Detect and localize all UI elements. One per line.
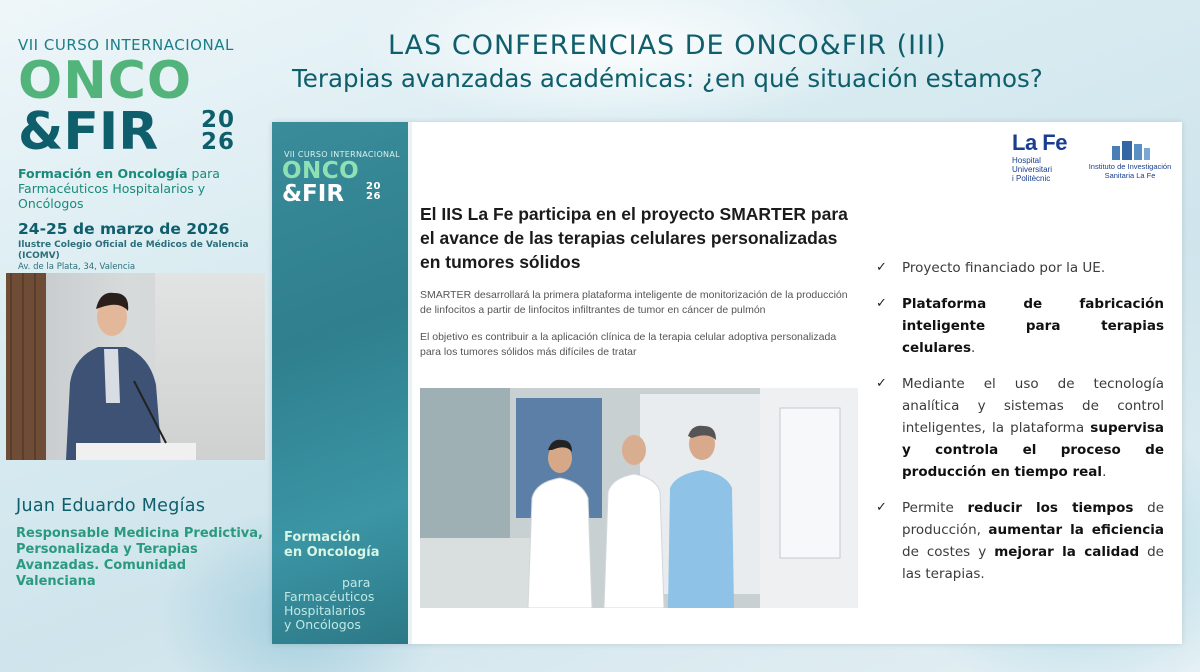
event-branding: VII CURSO INTERNACIONAL ONCO &FIR 20 26 … — [18, 36, 268, 272]
side-oncologia-line: en Oncología — [284, 545, 380, 560]
event-dates: 24-25 de marzo de 2026 — [18, 220, 230, 238]
bullet-text: . — [1102, 464, 1107, 480]
page-title: LAS CONFERENCIAS DE ONCO&FIR (III) — [388, 30, 947, 61]
lab-photo — [420, 388, 858, 608]
speaker-figure — [6, 273, 196, 460]
side-strip — [408, 122, 412, 644]
lab-scene — [420, 388, 858, 608]
lafe-logo-text: La Fe — [1012, 130, 1067, 155]
presentation-slide: VII CURSO INTERNACIONAL ONCO &FIR 20 26 … — [272, 122, 1182, 644]
year-top: 20 — [201, 107, 236, 133]
fir-logo-text: &FIR — [18, 102, 159, 162]
page-subtitle: Terapias avanzadas académicas: ¿en qué s… — [292, 64, 1043, 93]
institution-logos: La Fe Hospital Universitari i Politècnic… — [862, 122, 1182, 212]
side-formacion: Formación en Oncología — [284, 530, 379, 560]
bullet-text: aumentar la eficiencia — [988, 522, 1165, 538]
hospital-line-2: Universitari — [1012, 165, 1053, 174]
bullet-text: reducir los tiempos — [967, 500, 1134, 516]
slide-side-panel: VII CURSO INTERNACIONAL ONCO &FIR 20 26 … — [272, 122, 408, 644]
bullet-item: ✓ Permite reducir los tiempos de producci… — [872, 497, 1164, 585]
tagline-rest: para — [187, 166, 220, 181]
side-line1: Farmacéuticos — [284, 589, 375, 604]
event-address: Av. de la Plata, 34, Valencia — [18, 262, 136, 272]
tagline-bold: Formación en Oncología — [18, 166, 188, 181]
bullet-text: Permite — [902, 500, 968, 516]
building-icon — [1112, 141, 1150, 160]
side-year: 20 26 — [366, 182, 381, 202]
bullet-item: ✓ Mediante el uso de tecnología analítica… — [872, 373, 1164, 483]
bullet-text: mejorar la calidad — [994, 544, 1140, 560]
check-icon: ✓ — [876, 296, 887, 311]
iis-logo: Instituto de Investigación Sanitaria La … — [1086, 138, 1174, 180]
check-icon: ✓ — [876, 500, 887, 515]
tagline: Formación en Oncología para — [18, 166, 268, 181]
speaker-video — [6, 273, 265, 460]
iis-line-2: Sanitaria La Fe — [1104, 171, 1156, 180]
article-headline: El IIS La Fe participa en el proyecto SM… — [420, 204, 848, 272]
bullet-item: ✓ Plataforma de fabricación inteligente p… — [872, 293, 1164, 359]
bullet-item: ✓ Proyecto financiado por la UE. — [872, 257, 1164, 279]
speaker-role: Responsable Medicina Predictiva, Persona… — [16, 526, 263, 589]
check-icon: ✓ — [876, 260, 887, 275]
side-line3: y Oncólogos — [284, 617, 361, 632]
onco-logo-text: ONCO — [18, 51, 193, 111]
bullet-text: de costes y — [902, 544, 995, 560]
bullet-text: Proyecto financiado por la UE. — [902, 260, 1106, 276]
bullet-list: ✓ Proyecto financiado por la UE. ✓ Platafor… — [872, 257, 1164, 599]
lafe-logo: La Fe Hospital Universitari i Politècnic — [1012, 130, 1067, 183]
bullet-text: Plataforma de fabricación inteligente pa… — [902, 296, 1164, 356]
side-line2: Hospitalarios — [284, 603, 366, 618]
tagline-audience: Farmacéuticos Hospitalarios y Oncólogos — [18, 181, 206, 211]
bullet-text: . — [970, 340, 976, 356]
news-article: El IIS La Fe participa en el proyecto SM… — [420, 202, 860, 360]
side-formacion-line: Formación — [284, 530, 361, 545]
side-para: para — [342, 575, 371, 590]
event-venue: Ilustre Colegio Oficial de Médicos de Va… — [18, 240, 249, 261]
iis-line-1: Instituto de Investigación — [1088, 162, 1172, 171]
event-year: 20 26 — [201, 107, 236, 155]
hospital-line-3: i Politècnic — [1012, 174, 1051, 183]
check-icon: ✓ — [876, 376, 887, 391]
side-fir-text: &FIR — [282, 181, 345, 207]
article-paragraph-1: SMARTER desarrollará la primera platafor… — [420, 289, 848, 316]
side-year-bottom: 26 — [366, 191, 381, 202]
hospital-line-1: Hospital — [1012, 156, 1041, 165]
article-paragraph-2: El objetivo es contribuir a la aplicació… — [420, 331, 837, 358]
side-audience: para Farmacéuticos Hospitalarios y Oncól… — [284, 576, 402, 632]
speaker-name: Juan Eduardo Megías — [16, 496, 206, 516]
year-bottom: 26 — [201, 129, 236, 155]
